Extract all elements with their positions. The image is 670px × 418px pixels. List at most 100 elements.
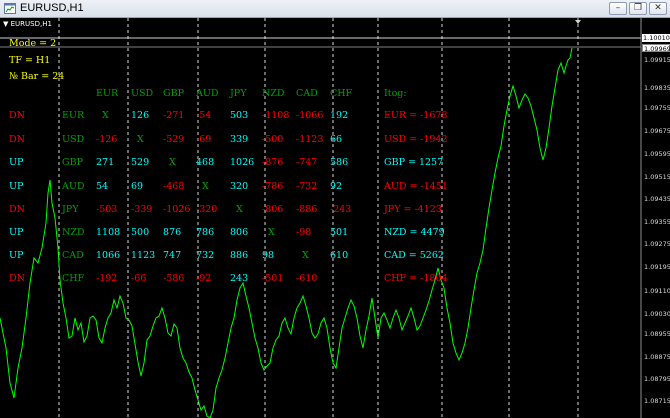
matrix-cell: X [102,110,109,121]
matrix-cell: -126 [96,134,118,145]
matrix-cell: -786 [262,181,284,192]
matrix-cell: -886 [296,204,318,215]
column-header: EUR [96,88,119,99]
itog-value: GBP = 1257 [384,157,444,168]
symbol-label: ▼ EURUSD,H1 [3,20,52,28]
matrix-cell: 66 [330,134,343,145]
symbol-text: EURUSD,H1 [10,20,52,28]
matrix-cell: 271 [96,157,115,168]
price-tick-label: 1.09595 [644,150,670,158]
row-direction: UP [9,227,24,238]
column-header: GBP [163,88,184,99]
matrix-cell: 500 [131,227,150,238]
matrix-cell: X [302,250,309,261]
close-button[interactable]: ✕ [649,2,667,15]
itog-value: EUR = -1678 [384,110,448,121]
indicator-timeframe: TF = H1 [9,55,51,66]
matrix-cell: -92 [196,273,212,284]
matrix-cell: -192 [96,273,118,284]
matrix-cell: 786 [196,227,215,238]
matrix-cell: -732 [296,181,318,192]
chart-area[interactable]: ▼ EURUSD,H1 1.10010 1.09969 1.09915 1.09835… [0,18,670,418]
row-direction: UP [9,181,24,192]
symbol-dropdown-icon[interactable]: ▼ [3,20,8,28]
matrix-cell: -1123 [296,134,324,145]
price-tick-label: 1.08875 [644,353,670,361]
matrix-cell: 886 [230,250,249,261]
matrix-cell: -1066 [296,110,324,121]
matrix-cell: X [236,204,243,215]
matrix-cell: -66 [131,273,147,284]
matrix-cell: 1123 [131,250,156,261]
matrix-cell: X [202,181,209,192]
matrix-cell: -529 [163,134,185,145]
matrix-cell: -69 [196,134,212,145]
matrix-cell: 503 [230,110,249,121]
price-tick-label: 1.09675 [644,127,670,135]
matrix-cell: 1026 [230,157,255,168]
matrix-cell: -339 [131,204,153,215]
matrix-cell: -503 [96,204,118,215]
matrix-cell: -54 [196,110,212,121]
matrix-cell: -1108 [262,110,290,121]
matrix-cell: 192 [330,110,349,121]
matrix-cell: 732 [196,250,215,261]
matrix-cell: -876 [262,157,284,168]
itog-value: CHF = -1804 [384,273,448,284]
row-currency: CAD [62,250,84,261]
close-icon: ✕ [654,3,662,13]
row-direction: UP [9,250,24,261]
restore-icon: ❐ [633,3,643,13]
matrix-cell: 92 [330,181,343,192]
price-tick-label: 1.09355 [644,218,670,226]
row-direction: DN [9,204,25,215]
indicator-mode: Mode = 2 [9,38,57,49]
matrix-cell: 586 [330,157,349,168]
row-currency: AUD [62,181,85,192]
matrix-cell: -1026 [163,204,191,215]
itog-header: Itog: [384,88,407,99]
window-titlebar: EURUSD,H1 – ❐ ✕ [0,0,670,18]
matrix-cell: 54 [96,181,109,192]
matrix-cell: 529 [131,157,150,168]
matrix-cell: 339 [230,134,249,145]
price-tick-label: 1.09275 [644,240,670,248]
matrix-cell: X [268,227,275,238]
column-header: AUD [196,88,219,99]
row-currency: USD [62,134,85,145]
matrix-cell: -806 [262,204,284,215]
price-tick-label: 1.08955 [644,330,670,338]
matrix-cell: -610 [296,273,318,284]
matrix-cell: -468 [163,181,185,192]
matrix-cell: -501 [262,273,284,284]
matrix-cell: 876 [163,227,182,238]
price-line [0,47,573,418]
minimize-icon: – [615,3,621,13]
price-tick-label: 1.08795 [644,375,670,383]
matrix-cell: 610 [330,250,349,261]
window-title: EURUSD,H1 [20,2,84,14]
matrix-cell: -747 [296,157,318,168]
price-tick-label: 1.09110 [644,287,670,295]
row-currency: EUR [62,110,85,121]
bid-price-label: 1.09969 [642,44,670,53]
matrix-cell: 468 [196,157,215,168]
price-tick-label: 1.09435 [644,195,670,203]
matrix-cell: 1066 [96,250,121,261]
column-header: NZD [262,88,285,99]
row-direction: DN [9,110,25,121]
matrix-cell: 501 [330,227,349,238]
price-tick-label: 1.09915 [644,56,670,64]
matrix-cell: -98 [296,227,312,238]
matrix-cell: -500 [262,134,284,145]
current-price-label: 1.10010 [642,34,670,42]
restore-button[interactable]: ❐ [629,2,647,15]
minimize-button[interactable]: – [609,2,627,15]
itog-value: NZD = 4479 [384,227,445,238]
matrix-cell: 320 [230,181,249,192]
matrix-cell: -586 [163,273,185,284]
price-tick-label: 1.09755 [644,104,670,112]
matrix-cell: -271 [163,110,185,121]
matrix-cell: X [137,134,144,145]
matrix-cell: X [169,157,176,168]
